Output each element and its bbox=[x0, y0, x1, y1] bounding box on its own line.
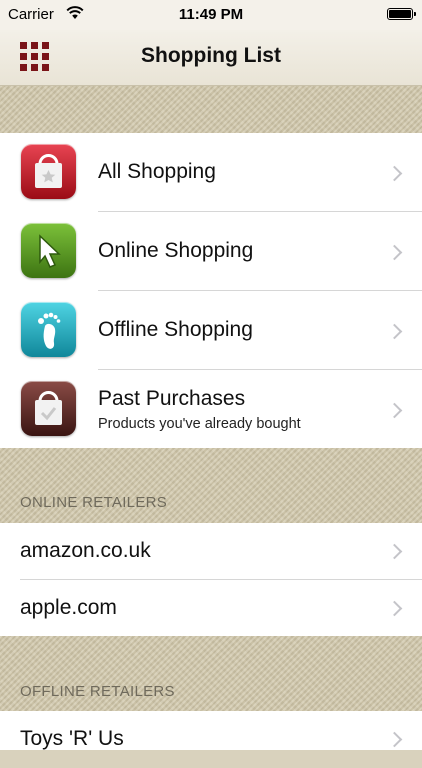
section-header-online-retailers: ONLINE RETAILERS bbox=[20, 494, 168, 511]
menu-item-label: All Shopping bbox=[98, 160, 216, 183]
chevron-right-icon bbox=[386, 600, 403, 617]
page-title: Shopping List bbox=[141, 44, 281, 67]
chevron-right-icon bbox=[386, 244, 403, 261]
footprint-icon bbox=[21, 302, 76, 357]
chevron-right-icon bbox=[386, 731, 403, 748]
menu-item-offline-shopping[interactable]: Offline Shopping bbox=[0, 291, 422, 370]
cursor-arrow-icon bbox=[21, 223, 76, 278]
chevron-right-icon bbox=[386, 323, 403, 340]
section-header-offline-retailers: OFFLINE RETAILERS bbox=[20, 683, 175, 700]
menu-item-online-shopping[interactable]: Online Shopping bbox=[0, 212, 422, 291]
menu-item-subtitle: Products you've already bought bbox=[98, 416, 301, 432]
online-retailers-list: amazon.co.uk apple.com bbox=[0, 523, 422, 636]
battery-icon bbox=[387, 8, 416, 20]
menu-item-all-shopping[interactable]: All Shopping bbox=[0, 133, 422, 212]
chevron-right-icon bbox=[386, 165, 403, 182]
retailer-label: amazon.co.uk bbox=[20, 539, 151, 562]
navigation-bar: Shopping List bbox=[0, 30, 422, 86]
texture-band bbox=[0, 448, 422, 523]
retailer-label: apple.com bbox=[20, 596, 117, 619]
retailer-toys-r-us[interactable]: Toys 'R' Us bbox=[0, 711, 422, 768]
menu-item-past-purchases[interactable]: Past Purchases Products you've already b… bbox=[0, 370, 422, 448]
retailer-amazon[interactable]: amazon.co.uk bbox=[0, 523, 422, 580]
retailer-label: Toys 'R' Us bbox=[20, 727, 124, 750]
clock: 11:49 PM bbox=[178, 6, 244, 23]
chevron-right-icon bbox=[386, 402, 403, 419]
menu-item-label: Online Shopping bbox=[98, 239, 254, 262]
offline-retailers-list: Toys 'R' Us bbox=[0, 711, 422, 750]
retailer-apple[interactable]: apple.com bbox=[0, 580, 422, 636]
chevron-right-icon bbox=[386, 543, 403, 560]
shopping-bag-star-icon bbox=[21, 144, 76, 199]
texture-band bbox=[0, 86, 422, 133]
menu-item-label: Past Purchases bbox=[98, 387, 246, 410]
menu-item-label: Offline Shopping bbox=[98, 318, 253, 341]
shopping-bag-check-icon bbox=[21, 381, 76, 436]
main-menu: All Shopping Online Shopping Offline Sho… bbox=[0, 133, 422, 448]
status-bar: Carrier 11:49 PM bbox=[0, 0, 422, 30]
